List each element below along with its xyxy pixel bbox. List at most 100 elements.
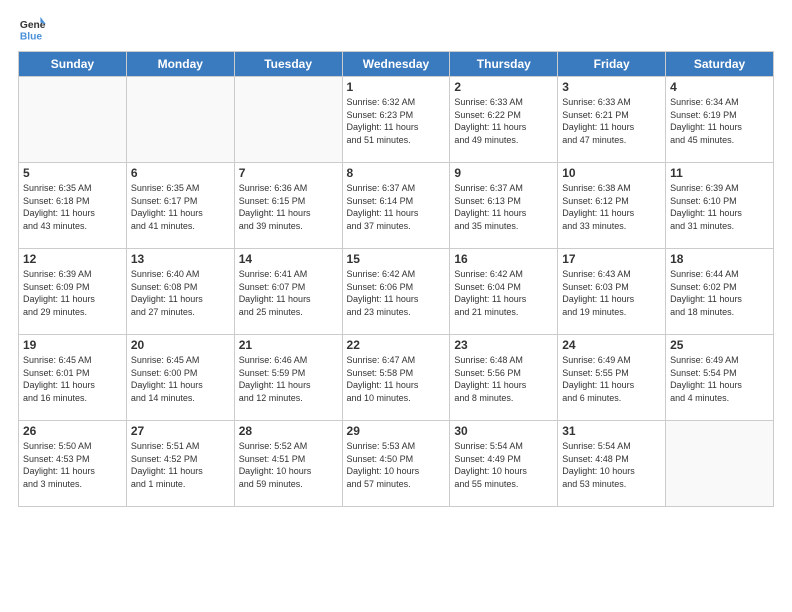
day-cell: 23 Sunrise: 6:48 AM Sunset: 5:56 PM Dayli… (450, 335, 558, 421)
day-cell: 17 Sunrise: 6:43 AM Sunset: 6:03 PM Dayli… (558, 249, 666, 335)
week-row-4: 26 Sunrise: 5:50 AM Sunset: 4:53 PM Dayli… (19, 421, 774, 507)
day-cell: 25 Sunrise: 6:49 AM Sunset: 5:54 PM Dayli… (666, 335, 774, 421)
day-number: 9 (454, 166, 553, 180)
day-info: Sunrise: 6:49 AM Sunset: 5:54 PM Dayligh… (670, 354, 769, 404)
day-number: 1 (347, 80, 446, 94)
day-info: Sunrise: 6:36 AM Sunset: 6:15 PM Dayligh… (239, 182, 338, 232)
day-cell: 10 Sunrise: 6:38 AM Sunset: 6:12 PM Dayli… (558, 163, 666, 249)
day-number: 12 (23, 252, 122, 266)
day-number: 19 (23, 338, 122, 352)
day-cell (19, 77, 127, 163)
day-cell: 2 Sunrise: 6:33 AM Sunset: 6:22 PM Daylig… (450, 77, 558, 163)
day-number: 7 (239, 166, 338, 180)
day-cell: 28 Sunrise: 5:52 AM Sunset: 4:51 PM Dayli… (234, 421, 342, 507)
header: General Blue (18, 15, 774, 43)
day-number: 25 (670, 338, 769, 352)
day-cell: 9 Sunrise: 6:37 AM Sunset: 6:13 PM Daylig… (450, 163, 558, 249)
day-info: Sunrise: 5:50 AM Sunset: 4:53 PM Dayligh… (23, 440, 122, 490)
day-number: 30 (454, 424, 553, 438)
day-cell (234, 77, 342, 163)
day-number: 28 (239, 424, 338, 438)
day-info: Sunrise: 5:51 AM Sunset: 4:52 PM Dayligh… (131, 440, 230, 490)
weekday-header-wednesday: Wednesday (342, 52, 450, 77)
day-cell: 20Sunrise: 6:45 AM Sunset: 6:00 PM Dayli… (126, 335, 234, 421)
day-number: 31 (562, 424, 661, 438)
day-number: 2 (454, 80, 553, 94)
day-info: Sunrise: 6:35 AM Sunset: 6:17 PM Dayligh… (131, 182, 230, 232)
day-number: 4 (670, 80, 769, 94)
weekday-header-row: SundayMondayTuesdayWednesdayThursdayFrid… (19, 52, 774, 77)
day-info: Sunrise: 6:39 AM Sunset: 6:09 PM Dayligh… (23, 268, 122, 318)
day-cell: 3 Sunrise: 6:33 AM Sunset: 6:21 PM Daylig… (558, 77, 666, 163)
day-number: 17 (562, 252, 661, 266)
weekday-header-monday: Monday (126, 52, 234, 77)
day-cell: 31 Sunrise: 5:54 AM Sunset: 4:48 PM Dayli… (558, 421, 666, 507)
weekday-header-tuesday: Tuesday (234, 52, 342, 77)
day-info: Sunrise: 6:38 AM Sunset: 6:12 PM Dayligh… (562, 182, 661, 232)
weekday-header-sunday: Sunday (19, 52, 127, 77)
day-number: 18 (670, 252, 769, 266)
day-cell: 13Sunrise: 6:40 AM Sunset: 6:08 PM Dayli… (126, 249, 234, 335)
day-cell (666, 421, 774, 507)
week-row-2: 12 Sunrise: 6:39 AM Sunset: 6:09 PM Dayli… (19, 249, 774, 335)
day-number: 23 (454, 338, 553, 352)
day-number: 22 (347, 338, 446, 352)
logo-icon: General Blue (18, 15, 46, 43)
day-info: Sunrise: 6:45 AM Sunset: 6:00 PM Dayligh… (131, 354, 230, 404)
day-info: Sunrise: 6:33 AM Sunset: 6:21 PM Dayligh… (562, 96, 661, 146)
day-cell: 5Sunrise: 6:35 AM Sunset: 6:18 PM Daylig… (19, 163, 127, 249)
day-info: Sunrise: 6:41 AM Sunset: 6:07 PM Dayligh… (239, 268, 338, 318)
day-number: 8 (347, 166, 446, 180)
calendar: SundayMondayTuesdayWednesdayThursdayFrid… (18, 51, 774, 507)
day-number: 27 (131, 424, 230, 438)
week-row-1: 5Sunrise: 6:35 AM Sunset: 6:18 PM Daylig… (19, 163, 774, 249)
day-cell: 6 Sunrise: 6:35 AM Sunset: 6:17 PM Daylig… (126, 163, 234, 249)
day-info: Sunrise: 6:42 AM Sunset: 6:06 PM Dayligh… (347, 268, 446, 318)
day-info: Sunrise: 6:48 AM Sunset: 5:56 PM Dayligh… (454, 354, 553, 404)
day-number: 26 (23, 424, 122, 438)
day-info: Sunrise: 6:45 AM Sunset: 6:01 PM Dayligh… (23, 354, 122, 404)
day-cell: 26 Sunrise: 5:50 AM Sunset: 4:53 PM Dayli… (19, 421, 127, 507)
day-cell: 16 Sunrise: 6:42 AM Sunset: 6:04 PM Dayli… (450, 249, 558, 335)
day-info: Sunrise: 5:53 AM Sunset: 4:50 PM Dayligh… (347, 440, 446, 490)
svg-text:Blue: Blue (20, 31, 43, 42)
day-info: Sunrise: 6:34 AM Sunset: 6:19 PM Dayligh… (670, 96, 769, 146)
day-info: Sunrise: 6:47 AM Sunset: 5:58 PM Dayligh… (347, 354, 446, 404)
day-info: Sunrise: 6:46 AM Sunset: 5:59 PM Dayligh… (239, 354, 338, 404)
day-number: 3 (562, 80, 661, 94)
day-cell: 29Sunrise: 5:53 AM Sunset: 4:50 PM Dayli… (342, 421, 450, 507)
weekday-header-saturday: Saturday (666, 52, 774, 77)
day-info: Sunrise: 5:54 AM Sunset: 4:48 PM Dayligh… (562, 440, 661, 490)
day-info: Sunrise: 6:37 AM Sunset: 6:13 PM Dayligh… (454, 182, 553, 232)
day-number: 11 (670, 166, 769, 180)
day-number: 6 (131, 166, 230, 180)
day-cell: 8Sunrise: 6:37 AM Sunset: 6:14 PM Daylig… (342, 163, 450, 249)
day-info: Sunrise: 6:43 AM Sunset: 6:03 PM Dayligh… (562, 268, 661, 318)
day-cell: 27 Sunrise: 5:51 AM Sunset: 4:52 PM Dayli… (126, 421, 234, 507)
day-info: Sunrise: 6:32 AM Sunset: 6:23 PM Dayligh… (347, 96, 446, 146)
day-info: Sunrise: 6:33 AM Sunset: 6:22 PM Dayligh… (454, 96, 553, 146)
day-info: Sunrise: 6:49 AM Sunset: 5:55 PM Dayligh… (562, 354, 661, 404)
weekday-header-thursday: Thursday (450, 52, 558, 77)
day-cell: 15Sunrise: 6:42 AM Sunset: 6:06 PM Dayli… (342, 249, 450, 335)
page: General Blue SundayMondayTuesdayWednesda… (0, 0, 792, 612)
logo: General Blue (18, 15, 46, 43)
day-number: 24 (562, 338, 661, 352)
day-cell: 7 Sunrise: 6:36 AM Sunset: 6:15 PM Daylig… (234, 163, 342, 249)
day-number: 10 (562, 166, 661, 180)
day-info: Sunrise: 5:54 AM Sunset: 4:49 PM Dayligh… (454, 440, 553, 490)
day-number: 14 (239, 252, 338, 266)
day-cell: 22 Sunrise: 6:47 AM Sunset: 5:58 PM Dayli… (342, 335, 450, 421)
day-cell: 30 Sunrise: 5:54 AM Sunset: 4:49 PM Dayli… (450, 421, 558, 507)
day-number: 5 (23, 166, 122, 180)
week-row-0: 1 Sunrise: 6:32 AM Sunset: 6:23 PM Daylig… (19, 77, 774, 163)
day-info: Sunrise: 6:42 AM Sunset: 6:04 PM Dayligh… (454, 268, 553, 318)
day-info: Sunrise: 6:44 AM Sunset: 6:02 PM Dayligh… (670, 268, 769, 318)
day-number: 13 (131, 252, 230, 266)
day-number: 16 (454, 252, 553, 266)
day-cell: 14 Sunrise: 6:41 AM Sunset: 6:07 PM Dayli… (234, 249, 342, 335)
day-number: 21 (239, 338, 338, 352)
day-info: Sunrise: 5:52 AM Sunset: 4:51 PM Dayligh… (239, 440, 338, 490)
day-cell: 18 Sunrise: 6:44 AM Sunset: 6:02 PM Dayli… (666, 249, 774, 335)
day-cell: 21 Sunrise: 6:46 AM Sunset: 5:59 PM Dayli… (234, 335, 342, 421)
